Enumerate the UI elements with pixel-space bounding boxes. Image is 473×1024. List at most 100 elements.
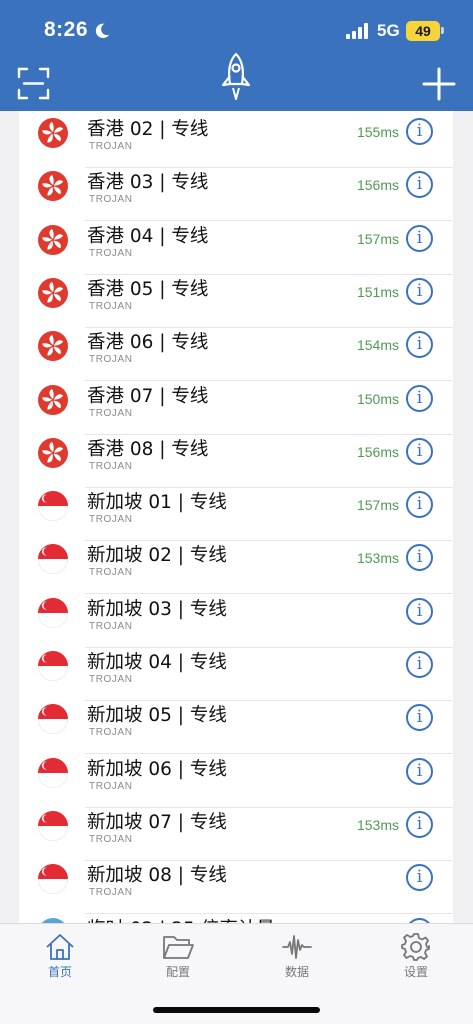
node-name: 新加坡 05 | 专线 xyxy=(87,705,227,727)
node-row[interactable]: 新加坡 07 | 专线 TROJAN 153ms i xyxy=(19,808,453,861)
singapore-flag-icon xyxy=(38,597,68,628)
singapore-flag-icon xyxy=(38,544,68,575)
node-protocol: TROJAN xyxy=(89,354,133,366)
node-protocol: TROJAN xyxy=(89,460,133,472)
battery-level: 49 xyxy=(406,21,440,41)
node-name: 新加坡 07 | 专线 xyxy=(87,811,227,833)
node-row[interactable]: 新加坡 01 | 专线 TROJAN 157ms i xyxy=(19,488,453,542)
node-protocol: TROJAN xyxy=(89,514,133,526)
tab-home-label: 首页 xyxy=(47,965,72,979)
tab-settings-label: 设置 xyxy=(403,965,428,979)
node-latency: 151ms xyxy=(356,283,399,300)
node-row[interactable]: 香港 02 | 专线 TROJAN 155ms i xyxy=(19,115,453,168)
node-row[interactable]: 香港 04 | 专线 TROJAN 157ms i xyxy=(19,222,453,275)
node-name: 香港 04 | 专线 xyxy=(87,225,209,247)
node-row[interactable]: 香港 05 | 专线 TROJAN 151ms i xyxy=(19,275,453,328)
info-icon[interactable]: i xyxy=(406,277,433,305)
info-icon[interactable]: i xyxy=(406,118,433,145)
waveform-icon xyxy=(282,935,312,959)
node-row[interactable]: 香港 03 | 专线 TROJAN 156ms i xyxy=(19,168,453,222)
singapore-flag-icon xyxy=(38,651,68,681)
node-name: 新加坡 08 | 专线 xyxy=(87,865,227,887)
node-row[interactable]: 新加坡 05 | 专线 TROJAN i xyxy=(19,701,453,755)
node-row[interactable]: 香港 06 | 专线 TROJAN 154ms i xyxy=(19,328,453,382)
node-row[interactable]: 临时 02 | 25 倍率计量i xyxy=(19,915,453,924)
info-icon[interactable]: i xyxy=(406,437,433,465)
info-icon[interactable]: i xyxy=(406,331,433,359)
node-latency: 153ms xyxy=(356,816,399,833)
node-protocol: TROJAN xyxy=(89,407,133,419)
info-icon[interactable]: i xyxy=(406,171,433,199)
tab-config[interactable]: 配置 xyxy=(148,932,208,980)
node-name: 临时 02 | 25 倍率计量 xyxy=(87,915,275,924)
rocket-logo-icon xyxy=(221,52,251,100)
hong-kong-flag-icon xyxy=(38,171,68,202)
node-name: 新加坡 04 | 专线 xyxy=(87,652,227,673)
node-protocol: TROJAN xyxy=(89,887,133,899)
node-name: 新加坡 06 | 专线 xyxy=(87,758,227,780)
singapore-flag-icon xyxy=(38,491,68,522)
info-icon[interactable]: i xyxy=(406,757,433,785)
node-protocol: TROJAN xyxy=(89,141,133,152)
node-latency: 156ms xyxy=(356,177,399,194)
node-name: 香港 07 | 专线 xyxy=(87,385,209,407)
info-icon[interactable]: i xyxy=(406,864,433,892)
singapore-flag-icon xyxy=(38,864,68,895)
node-latency: 153ms xyxy=(356,550,399,567)
hong-kong-flag-icon xyxy=(38,224,68,255)
node-latency: 154ms xyxy=(356,337,399,354)
node-protocol: TROJAN xyxy=(89,674,133,685)
battery-cap xyxy=(441,27,444,34)
info-icon[interactable]: i xyxy=(406,384,433,412)
node-protocol: TROJAN xyxy=(89,780,133,792)
info-icon[interactable]: i xyxy=(406,491,433,519)
add-icon[interactable] xyxy=(422,67,456,101)
hong-kong-flag-icon xyxy=(38,437,68,468)
info-icon[interactable]: i xyxy=(406,810,433,838)
node-protocol: TROJAN xyxy=(89,833,133,845)
node-latency: 157ms xyxy=(356,497,399,514)
singapore-flag-icon xyxy=(38,704,68,735)
node-protocol: TROJAN xyxy=(89,567,133,579)
network-type: 5G xyxy=(377,21,400,40)
node-protocol: TROJAN xyxy=(89,727,133,739)
info-icon[interactable]: i xyxy=(406,597,433,625)
status-time: 8:26 xyxy=(44,18,89,41)
tab-data[interactable]: 数据 xyxy=(267,932,327,980)
node-row[interactable]: 新加坡 03 | 专线 TROJAN i xyxy=(19,595,453,648)
node-name: 香港 03 | 专线 xyxy=(87,172,209,194)
singapore-flag-icon xyxy=(38,810,68,841)
node-latency: 156ms xyxy=(356,443,399,460)
app-header: 8:26 5G 49 xyxy=(0,0,473,111)
info-icon[interactable]: i xyxy=(406,224,433,252)
tab-data-label: 数据 xyxy=(284,965,309,979)
gear-icon xyxy=(401,933,430,961)
node-protocol: TROJAN xyxy=(89,247,133,259)
node-row[interactable]: 新加坡 02 | 专线 TROJAN 153ms i xyxy=(19,541,453,595)
node-protocol: TROJAN xyxy=(89,620,133,632)
node-row[interactable]: 新加坡 04 | 专线 TROJAN i xyxy=(19,648,453,701)
hong-kong-flag-icon xyxy=(38,277,68,308)
info-icon[interactable]: i xyxy=(406,544,433,572)
home-indicator xyxy=(153,1007,320,1013)
node-name: 香港 02 | 专线 xyxy=(87,119,209,140)
node-row[interactable]: 香港 08 | 专线 TROJAN 156ms i xyxy=(19,435,453,488)
info-icon[interactable]: i xyxy=(406,651,433,678)
node-protocol: TROJAN xyxy=(89,300,133,312)
tab-home[interactable]: 首页 xyxy=(30,932,90,980)
node-row[interactable]: 新加坡 06 | 专线 TROJAN i xyxy=(19,755,453,808)
hong-kong-flag-icon xyxy=(38,331,68,362)
node-row[interactable]: 新加坡 08 | 专线 TROJAN i xyxy=(19,861,453,915)
folder-icon xyxy=(163,936,194,959)
scan-icon[interactable] xyxy=(17,67,50,100)
info-icon[interactable]: i xyxy=(406,704,433,732)
node-name: 新加坡 01 | 专线 xyxy=(87,492,227,514)
node-name: 新加坡 02 | 专线 xyxy=(87,545,227,567)
node-name: 香港 05 | 专线 xyxy=(87,278,209,300)
home-icon xyxy=(46,934,74,960)
tab-settings[interactable]: 设置 xyxy=(386,932,446,980)
node-row[interactable]: 香港 07 | 专线 TROJAN 150ms i xyxy=(19,382,453,435)
moon-icon xyxy=(95,23,110,39)
node-name: 新加坡 03 | 专线 xyxy=(87,598,227,620)
hong-kong-flag-icon xyxy=(38,384,68,415)
